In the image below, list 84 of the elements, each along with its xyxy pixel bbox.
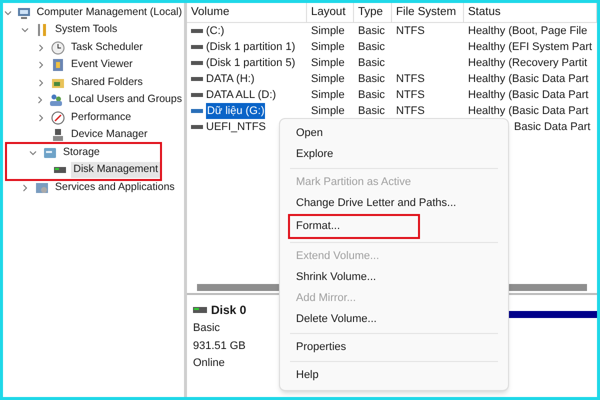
chevron-down-icon[interactable]: [4, 8, 12, 17]
tree-item[interactable]: Shared Folders: [69, 74, 145, 91]
tree-item[interactable]: Storage: [61, 144, 102, 161]
chevron-right-icon[interactable]: [21, 184, 29, 192]
menu-item[interactable]: Help: [280, 365, 508, 386]
table-cell-text: Healthy (Basic Data Part: [468, 72, 588, 87]
computer-icon: [16, 6, 31, 20]
tools-icon: [35, 23, 49, 38]
chevron-right-icon[interactable]: [36, 96, 44, 104]
column-header[interactable]: Status: [464, 3, 597, 22]
table-cell-text: Healthy (Basic Data Part: [468, 88, 588, 103]
tree-item[interactable]: Computer Management (Local): [34, 4, 184, 21]
table-cell-text: Basic: [358, 72, 385, 87]
table-cell[interactable]: Dữ liệu (G:): [206, 102, 266, 120]
table-cell-text: Healthy (Basic Data Part: [468, 104, 588, 119]
menu-item[interactable]: Change Drive Letter and Paths...: [280, 193, 508, 214]
chevron-right-icon[interactable]: [37, 61, 45, 70]
table-cell[interactable]: (Disk 1 partition 1): [206, 38, 296, 56]
drive-icon: [193, 307, 207, 313]
column-header[interactable]: Volume: [187, 3, 307, 22]
table-cell-text: Basic Data Part: [514, 120, 590, 135]
disk-status: Online: [193, 356, 226, 371]
table-cell-text: Simple: [311, 88, 345, 103]
device-icon: [51, 128, 65, 142]
drive-icon: [191, 124, 203, 130]
tree-item[interactable]: Task Scheduler: [69, 40, 145, 56]
table-cell[interactable]: (C:): [206, 22, 224, 40]
menu-item[interactable]: Open: [280, 123, 508, 144]
table-cell[interactable]: UEFI_NTFS: [206, 118, 266, 136]
table-cell[interactable]: DATA ALL (D:): [206, 86, 276, 104]
table-cell-text: NTFS: [396, 24, 425, 39]
drive-icon: [191, 60, 203, 66]
table-cell-text: Healthy (Recovery Partit: [468, 56, 588, 71]
storage-icon: [43, 146, 57, 160]
column-header[interactable]: Type: [354, 3, 392, 22]
table-cell-text: Basic: [358, 88, 385, 103]
menu-item[interactable]: Format...: [290, 216, 418, 237]
table-cell-text: Simple: [311, 24, 345, 39]
table-cell-text: Healthy (Boot, Page File: [468, 24, 588, 39]
clock-icon: [51, 40, 65, 55]
menu-item[interactable]: Shrink Volume...: [280, 267, 508, 288]
table-cell-text: Simple: [311, 56, 345, 71]
drive-icon: [191, 108, 203, 114]
log-viewer-icon: [51, 58, 65, 72]
menu-item[interactable]: Delete Volume...: [280, 309, 508, 330]
disk-name: Disk 0: [211, 302, 246, 319]
column-header[interactable]: File System: [392, 3, 464, 22]
tree-item[interactable]: Device Manager: [69, 127, 150, 144]
table-cell-text: Basic: [358, 24, 385, 39]
table-cell-text: Healthy (EFI System Part: [468, 40, 592, 55]
tree-item[interactable]: System Tools: [53, 22, 120, 38]
chevron-down-icon[interactable]: [21, 26, 29, 34]
table-cell-text: Basic: [358, 104, 385, 119]
services-icon: [35, 180, 49, 195]
chevron-right-icon[interactable]: [37, 78, 45, 87]
table-cell-text: NTFS: [396, 104, 425, 119]
drive-icon: [191, 44, 203, 50]
tree-item[interactable]: Performance: [69, 110, 134, 126]
drive-icon: [191, 92, 203, 98]
drive-icon: [191, 28, 203, 34]
tree-item[interactable]: Disk Management: [71, 162, 160, 178]
table-cell-text: Simple: [311, 72, 345, 87]
chevron-down-icon[interactable]: [29, 148, 37, 157]
tree-item[interactable]: Event Viewer: [69, 57, 135, 74]
tree-item[interactable]: Local Users and Groups: [66, 92, 184, 108]
chevron-right-icon[interactable]: [37, 44, 45, 52]
table-cell-text: Simple: [311, 104, 345, 119]
tree-item[interactable]: Services and Applications: [53, 180, 177, 196]
menu-item[interactable]: Properties: [280, 337, 508, 358]
chevron-right-icon[interactable]: [37, 114, 45, 122]
users-icon: [48, 93, 63, 108]
disk-type: Basic: [193, 321, 221, 336]
gauge-icon: [51, 110, 65, 125]
table-cell-text: Basic: [358, 56, 385, 71]
table-cell[interactable]: (Disk 1 partition 5): [206, 54, 296, 72]
table-cell-text: Simple: [311, 40, 345, 55]
drive-icon: [191, 76, 203, 82]
table-cell-text: NTFS: [396, 88, 425, 103]
table-cell-text: NTFS: [396, 72, 425, 87]
table-cell-text: Basic: [358, 40, 385, 55]
column-header[interactable]: Layout: [307, 3, 354, 22]
table-cell[interactable]: DATA (H:): [206, 70, 254, 88]
disk-size: 931.51 GB: [193, 338, 247, 354]
menu-item[interactable]: Explore: [280, 144, 508, 165]
